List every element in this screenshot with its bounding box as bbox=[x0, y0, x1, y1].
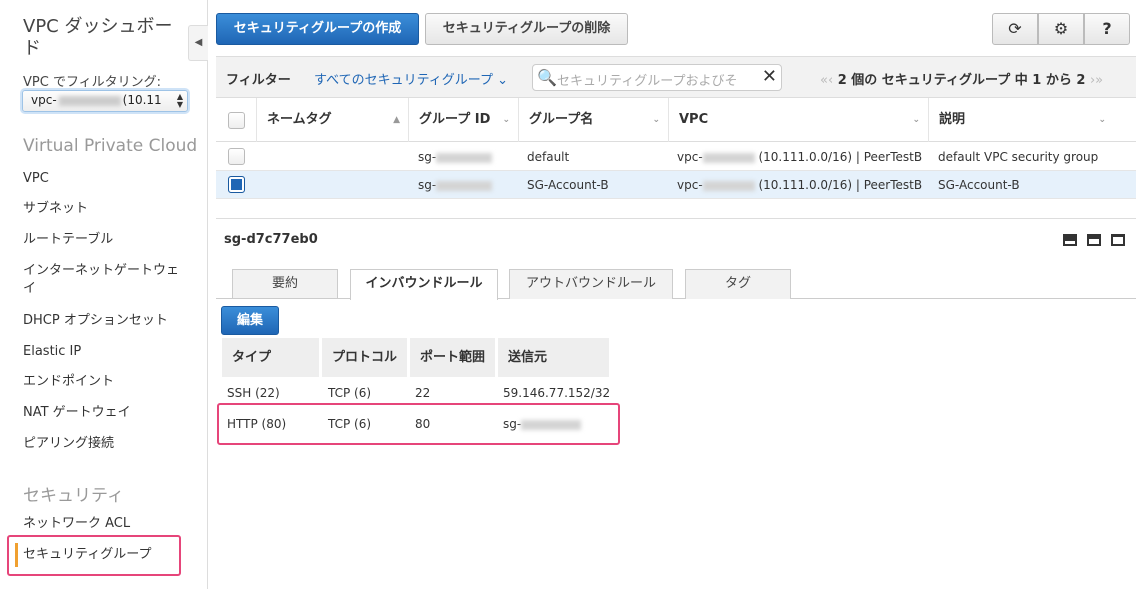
tab-inbound-rules[interactable]: インバウンドルール bbox=[350, 269, 498, 300]
rule-protocol: TCP (6) bbox=[328, 386, 372, 400]
filter-dropdown[interactable]: すべてのセキュリティグループ ⌄ bbox=[314, 69, 508, 88]
table-row[interactable]: sg- default vpc- (10.111.0.0/16) | PeerT… bbox=[216, 143, 1136, 171]
column-label: グループ ID bbox=[419, 112, 491, 127]
group-name-cell: default bbox=[527, 150, 570, 164]
gear-icon[interactable]: ⚙ bbox=[1038, 13, 1084, 45]
group-name-cell: SG-Account-B bbox=[527, 178, 609, 192]
sidebar-item-endpoints[interactable]: エンドポイント bbox=[23, 373, 114, 391]
vpc-filter-select-suffix: (10.11 bbox=[122, 93, 162, 107]
redacted-text bbox=[58, 95, 121, 106]
pane-full-icon[interactable] bbox=[1111, 234, 1125, 246]
pager-text: 2 個の セキュリティグループ 中 1 から 2 bbox=[837, 73, 1086, 88]
column-group-name[interactable]: グループ名 ⌄ bbox=[518, 98, 668, 142]
column-label: グループ名 bbox=[529, 112, 594, 127]
sidebar-section-security: セキュリティ bbox=[23, 486, 124, 506]
search-placeholder: セキュリティグループおよびそ bbox=[557, 74, 738, 89]
row-checkbox[interactable] bbox=[228, 148, 245, 165]
column-group-id[interactable]: グループ ID ⌄ bbox=[408, 98, 518, 142]
vpc-cell: vpc- (10.111.0.0/16) | PeerTestB bbox=[677, 150, 923, 164]
sidebar-section-vpc: Virtual Private Cloud bbox=[23, 136, 198, 156]
chevron-down-icon: ⌄ bbox=[652, 115, 660, 125]
vpc-filter-label: VPC でフィルタリング: bbox=[23, 75, 162, 90]
redacted-text bbox=[436, 180, 493, 191]
detail-title: sg-d7c77eb0 bbox=[224, 232, 318, 247]
sidebar-item-subnets[interactable]: サブネット bbox=[23, 200, 88, 218]
tab-outbound-rules[interactable]: アウトバウンドルール bbox=[509, 269, 673, 299]
sort-asc-icon: ▲ bbox=[393, 115, 400, 125]
description-cell: SG-Account-B bbox=[938, 178, 1020, 192]
rule-column-protocol: プロトコル bbox=[322, 338, 408, 377]
sidebar-item-route-tables[interactable]: ルートテーブル bbox=[23, 231, 113, 249]
pane-divider[interactable] bbox=[216, 218, 1136, 219]
vpc-filter-select[interactable]: vpc- (10.11 ▲ ▼ bbox=[22, 90, 188, 112]
sidebar-collapse-icon[interactable]: ◀ bbox=[188, 25, 208, 61]
row-checkbox[interactable] bbox=[228, 176, 245, 193]
filter-label: フィルター bbox=[226, 73, 291, 88]
column-label: 説明 bbox=[939, 112, 966, 127]
sidebar-item-peering[interactable]: ピアリング接続 bbox=[23, 435, 114, 453]
edit-button[interactable]: 編集 bbox=[221, 306, 279, 335]
chevron-down-icon: ⌄ bbox=[502, 115, 510, 125]
pager-prev-icon[interactable]: «‹ bbox=[820, 73, 833, 88]
rule-column-port-range: ポート範囲 bbox=[410, 338, 496, 377]
refresh-icon[interactable]: ⟳ bbox=[992, 13, 1038, 45]
group-id-cell: sg- bbox=[418, 143, 493, 171]
sidebar-item-dhcp-options[interactable]: DHCP オプションセット bbox=[23, 312, 168, 330]
search-input[interactable]: 🔍 セキュリティグループおよびそ ✕ bbox=[532, 64, 782, 91]
column-name-tag[interactable]: ネームタグ ▲ bbox=[256, 98, 408, 142]
select-all-checkbox[interactable] bbox=[228, 112, 245, 129]
rule-column-source: 送信元 bbox=[498, 338, 610, 377]
rule-source: 59.146.77.152/32 bbox=[503, 386, 611, 400]
select-arrows-icon: ▲ ▼ bbox=[176, 92, 183, 109]
search-icon: 🔍 bbox=[537, 68, 557, 87]
highlight-box-sidebar bbox=[7, 535, 181, 576]
redacted-text bbox=[436, 152, 493, 163]
vpc-cell: vpc- (10.111.0.0/16) | PeerTestB bbox=[677, 178, 923, 192]
pane-split-icon[interactable] bbox=[1087, 234, 1101, 246]
table-header: ネームタグ ▲ グループ ID ⌄ グループ名 ⌄ VPC ⌄ 説明 ⌄ bbox=[216, 98, 1136, 142]
filter-bar: フィルター すべてのセキュリティグループ ⌄ 🔍 セキュリティグループおよびそ … bbox=[216, 56, 1136, 98]
chevron-down-icon: ⌄ bbox=[1098, 115, 1106, 125]
description-cell: default VPC security group bbox=[938, 150, 1099, 164]
help-icon[interactable]: ? bbox=[1084, 13, 1130, 45]
column-label: VPC bbox=[679, 112, 709, 127]
redacted-text bbox=[702, 152, 755, 163]
rule-port: 22 bbox=[415, 386, 431, 400]
sidebar-item-internet-gateways[interactable]: インターネットゲートウェイ bbox=[23, 262, 188, 298]
sidebar-item-nat-gateways[interactable]: NAT ゲートウェイ bbox=[23, 404, 131, 422]
group-id-cell: sg- bbox=[418, 171, 493, 199]
sidebar-item-vpc[interactable]: VPC bbox=[23, 170, 49, 188]
delete-security-group-button[interactable]: セキュリティグループの削除 bbox=[425, 13, 628, 45]
tab-tags[interactable]: タグ bbox=[685, 269, 791, 299]
column-label: ネームタグ bbox=[267, 112, 332, 127]
pane-bottom-icon[interactable] bbox=[1063, 234, 1077, 246]
column-description[interactable]: 説明 ⌄ bbox=[928, 98, 1114, 142]
chevron-down-icon: ⌄ bbox=[912, 115, 920, 125]
highlight-box-rule bbox=[217, 403, 620, 445]
sidebar-title[interactable]: VPC ダッシュボード bbox=[23, 16, 188, 60]
sidebar: VPC ダッシュボード VPC でフィルタリング: vpc- (10.11 ▲ ▼ … bbox=[0, 0, 208, 589]
sidebar-item-elastic-ip[interactable]: Elastic IP bbox=[23, 343, 81, 361]
close-icon[interactable]: ✕ bbox=[762, 66, 777, 87]
redacted-text bbox=[702, 180, 755, 191]
table-row[interactable]: sg- SG-Account-B vpc- (10.111.0.0/16) | … bbox=[216, 171, 1136, 199]
column-vpc[interactable]: VPC ⌄ bbox=[668, 98, 928, 142]
sidebar-item-network-acl[interactable]: ネットワーク ACL bbox=[23, 515, 130, 533]
rule-type: SSH (22) bbox=[227, 386, 280, 400]
pagination: «‹ 2 個の セキュリティグループ 中 1 から 2 ›» bbox=[820, 69, 1103, 88]
create-security-group-button[interactable]: セキュリティグループの作成 bbox=[216, 13, 419, 45]
pager-next-icon[interactable]: ›» bbox=[1090, 73, 1103, 88]
tab-summary[interactable]: 要約 bbox=[232, 269, 338, 299]
rule-column-type: タイプ bbox=[222, 338, 320, 377]
vpc-filter-select-prefix: vpc- bbox=[31, 93, 57, 107]
